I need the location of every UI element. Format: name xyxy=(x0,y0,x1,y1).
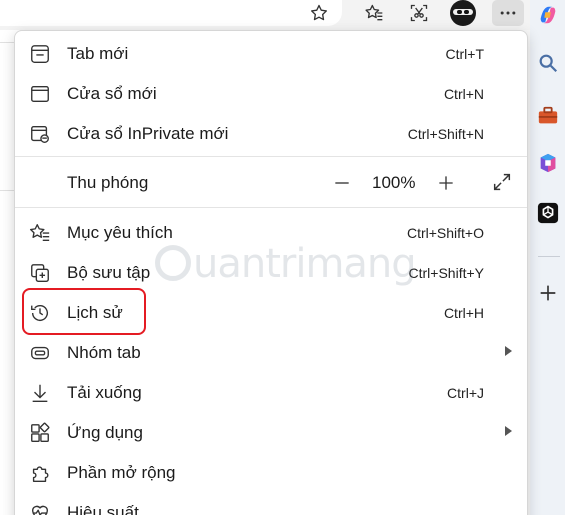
office-icon[interactable] xyxy=(533,148,563,178)
extensions-puzzle-icon xyxy=(29,462,51,484)
menu-item-shortcut: Ctrl+Shift+Y xyxy=(408,265,484,281)
profile-avatar-icon xyxy=(450,0,476,26)
new-tab-icon xyxy=(29,43,51,65)
zoom-in-button[interactable] xyxy=(435,172,457,194)
tab-groups-icon xyxy=(29,342,51,364)
menu-item-downloads[interactable]: Tải xuống Ctrl+J xyxy=(15,372,527,412)
menu-item-label: Hiệu suất xyxy=(67,503,139,515)
favorites-star-icon xyxy=(29,222,51,244)
inprivate-window-icon xyxy=(29,123,51,145)
submenu-arrow-icon xyxy=(505,426,512,436)
menu-item-performance[interactable]: Hiệu suất xyxy=(15,492,527,515)
favorites-star-icon[interactable] xyxy=(358,0,390,26)
menu-item-new-window[interactable]: Cửa sổ mới Ctrl+N xyxy=(15,73,527,113)
chatgpt-icon[interactable] xyxy=(533,198,563,228)
zoom-label: Thu phóng xyxy=(67,173,149,192)
profile-avatar[interactable] xyxy=(448,0,478,26)
menu-item-extensions[interactable]: Phần mở rộng xyxy=(15,452,527,492)
menu-divider xyxy=(15,156,527,157)
toolbox-icon[interactable] xyxy=(533,101,563,131)
add-favorite-star-icon[interactable] xyxy=(303,0,335,26)
collections-icon xyxy=(29,262,51,284)
menu-item-shortcut: Ctrl+H xyxy=(443,305,484,321)
menu-item-shortcut: Ctrl+Shift+N xyxy=(407,126,484,142)
menu-item-apps[interactable]: Ứng dụng xyxy=(15,412,527,452)
menu-item-label: Nhóm tab xyxy=(67,343,141,362)
menu-item-label: Bộ sưu tập xyxy=(67,263,151,282)
browser-toolbar xyxy=(0,0,565,30)
menu-item-shortcut: Ctrl+T xyxy=(445,46,485,62)
menu-item-new-tab[interactable]: Tab mới Ctrl+T xyxy=(15,33,527,73)
download-icon xyxy=(29,382,51,404)
menu-item-label: Mục yêu thích xyxy=(67,223,173,242)
menu-item-shortcut: Ctrl+N xyxy=(443,86,484,102)
menu-item-label: Tab mới xyxy=(67,44,129,63)
menu-item-label: Cửa sổ mới xyxy=(67,84,157,103)
menu-item-label: Phần mở rộng xyxy=(67,463,176,482)
menu-item-label: Tải xuống xyxy=(67,383,142,402)
zoom-out-button[interactable] xyxy=(331,172,353,194)
fullscreen-expand-icon[interactable] xyxy=(490,170,514,194)
menu-item-favorites[interactable]: Mục yêu thích Ctrl+Shift+O xyxy=(15,212,527,252)
menu-item-shortcut: Ctrl+J xyxy=(447,385,484,401)
screenshot-scissors-icon[interactable] xyxy=(403,0,435,26)
menu-divider xyxy=(15,207,527,208)
zoom-level: 100% xyxy=(372,173,416,192)
edge-sidebar xyxy=(530,0,565,515)
copilot-icon[interactable] xyxy=(533,0,563,30)
menu-item-label: Ứng dụng xyxy=(67,423,143,442)
more-dots-icon[interactable] xyxy=(492,0,524,26)
menu-item-collections[interactable]: Bộ sưu tập Ctrl+Shift+Y xyxy=(15,252,527,292)
settings-menu: Tab mới Ctrl+T Cửa sổ mới Ctrl+N Cửa sổ … xyxy=(14,30,528,515)
add-icon[interactable] xyxy=(533,278,563,308)
menu-item-new-inprivate-window[interactable]: Cửa sổ InPrivate mới Ctrl+Shift+N xyxy=(15,113,527,153)
history-highlight-box xyxy=(22,288,146,335)
submenu-arrow-icon xyxy=(505,346,512,356)
new-window-icon xyxy=(29,83,51,105)
menu-item-label: Cửa sổ InPrivate mới xyxy=(67,124,229,143)
sidebar-divider xyxy=(538,256,560,257)
apps-icon xyxy=(29,422,51,444)
performance-heart-icon xyxy=(29,502,51,515)
search-icon[interactable] xyxy=(533,48,563,78)
menu-item-tab-groups[interactable]: Nhóm tab xyxy=(15,332,527,372)
menu-item-shortcut: Ctrl+Shift+O xyxy=(406,225,484,241)
address-bar[interactable] xyxy=(0,0,342,26)
